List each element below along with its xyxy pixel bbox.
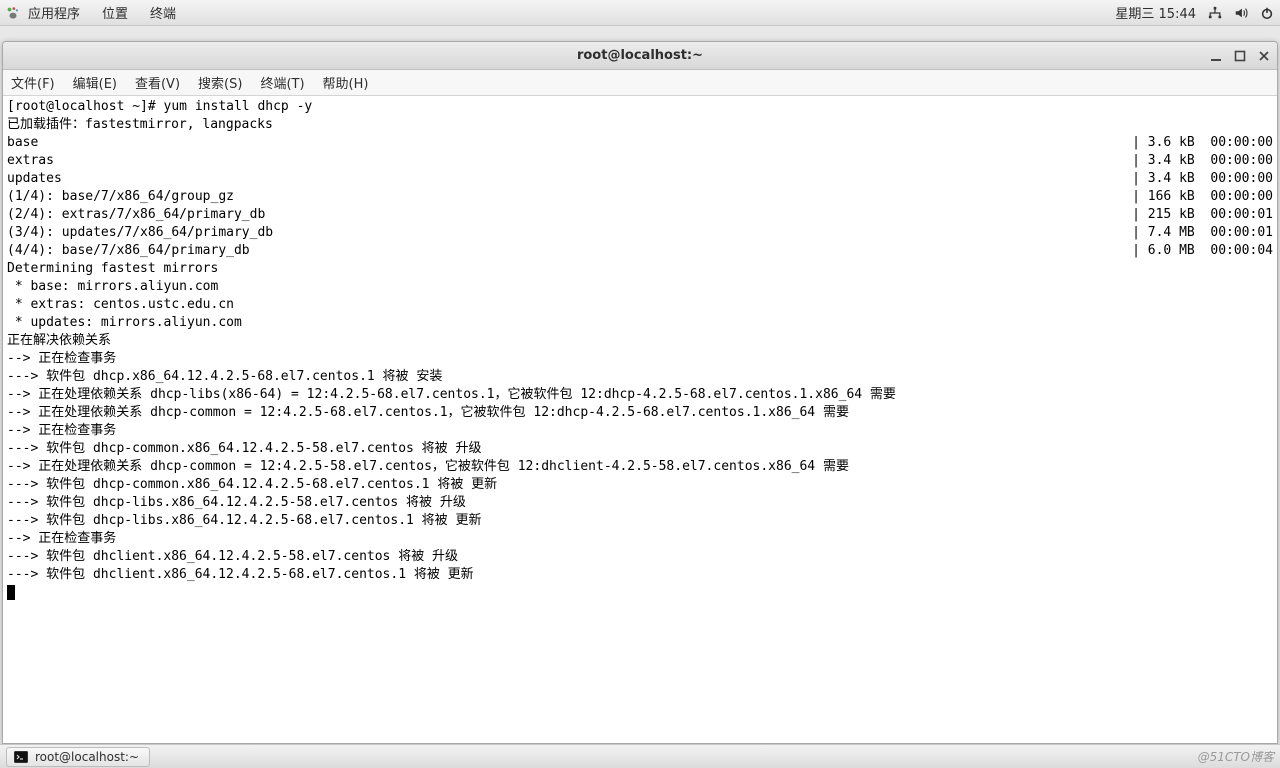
power-icon[interactable] bbox=[1260, 6, 1274, 20]
menu-places[interactable]: 位置 bbox=[102, 3, 128, 22]
menu-search[interactable]: 搜索(S) bbox=[198, 73, 242, 92]
close-button[interactable] bbox=[1257, 49, 1271, 63]
watermark: @51CTO博客 bbox=[1198, 748, 1274, 765]
minimize-button[interactable] bbox=[1209, 49, 1223, 63]
taskbar-item-label: root@localhost:~ bbox=[35, 750, 139, 764]
top-panel-left: 应用程序 位置 终端 bbox=[6, 3, 176, 22]
gnome-foot-icon bbox=[6, 6, 20, 20]
top-panel: 应用程序 位置 终端 星期三 15:44 bbox=[0, 0, 1280, 26]
terminal-window: root@localhost:~ 文件(F) 编辑(E) 查看(V) 搜索(S)… bbox=[2, 41, 1278, 744]
terminal-icon bbox=[13, 749, 29, 765]
menu-file[interactable]: 文件(F) bbox=[11, 73, 55, 92]
menubar: 文件(F) 编辑(E) 查看(V) 搜索(S) 终端(T) 帮助(H) bbox=[3, 70, 1277, 96]
taskbar-item-terminal[interactable]: root@localhost:~ bbox=[6, 747, 150, 767]
network-icon[interactable] bbox=[1208, 6, 1222, 20]
menu-terminal[interactable]: 终端 bbox=[150, 3, 176, 22]
panel-datetime[interactable]: 星期三 15:44 bbox=[1115, 3, 1196, 22]
window-title: root@localhost:~ bbox=[577, 48, 703, 63]
top-panel-right: 星期三 15:44 bbox=[1115, 3, 1274, 22]
menu-terminal-m[interactable]: 终端(T) bbox=[260, 73, 304, 92]
window-controls bbox=[1209, 42, 1271, 69]
volume-icon[interactable] bbox=[1234, 6, 1248, 20]
menu-view[interactable]: 查看(V) bbox=[135, 73, 180, 92]
maximize-button[interactable] bbox=[1233, 49, 1247, 63]
menu-help[interactable]: 帮助(H) bbox=[323, 73, 369, 92]
desktop: root@localhost:~ 文件(F) 编辑(E) 查看(V) 搜索(S)… bbox=[0, 26, 1280, 744]
titlebar[interactable]: root@localhost:~ bbox=[3, 42, 1277, 70]
menu-applications[interactable]: 应用程序 bbox=[28, 3, 80, 22]
taskbar: root@localhost:~ @51CTO博客 bbox=[0, 744, 1280, 768]
menu-edit[interactable]: 编辑(E) bbox=[73, 73, 117, 92]
terminal-output[interactable]: [root@localhost ~]# yum install dhcp -y已… bbox=[3, 96, 1277, 743]
